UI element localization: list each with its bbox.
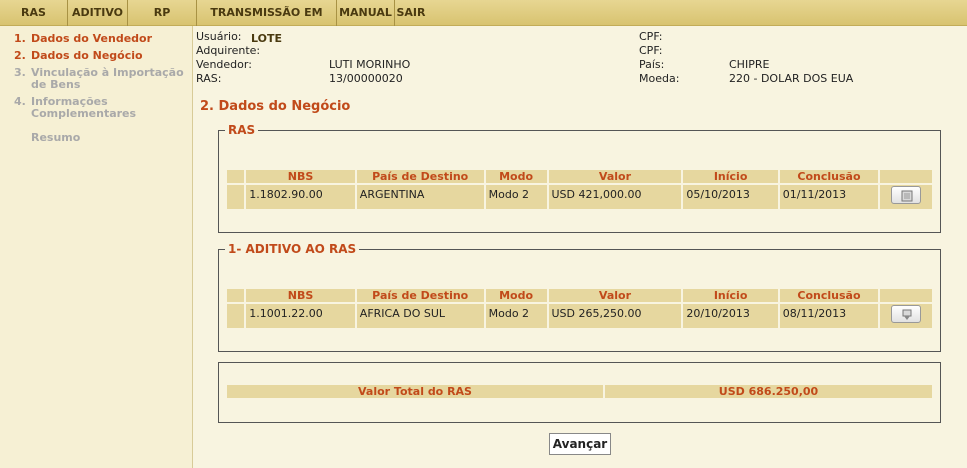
ras-label: RAS: (196, 72, 222, 85)
cell-pais: ARGENTINA (356, 185, 484, 209)
nav-sair[interactable]: SAIR (395, 0, 427, 26)
document-down-icon[interactable] (891, 305, 922, 323)
column-header-inicio: Início (683, 170, 778, 183)
vendedor-label: Vendedor: (196, 58, 252, 71)
cell-inicio: 20/10/2013 (683, 304, 778, 328)
cell-action (880, 185, 932, 209)
table-row: 1.1001.22.00 AFRICA DO SUL Modo 2 USD 26… (227, 304, 932, 328)
ras-fieldset: RAS NBS País de Destino Modo Valor Iníci… (218, 123, 941, 233)
step-vinculacao-importacao: 3. Vinculação à Importação de Bens (14, 67, 184, 91)
header-action-spacer (880, 170, 932, 183)
step-dados-do-vendedor[interactable]: 1. Dados do Vendedor (14, 33, 152, 45)
table-header-row: NBS País de Destino Modo Valor Início Co… (227, 289, 932, 302)
table-header-row: NBS País de Destino Modo Valor Início Co… (227, 170, 932, 183)
nav-ras[interactable]: RAS (0, 0, 68, 26)
row-spacer (227, 185, 245, 209)
cell-inicio: 05/10/2013 (683, 185, 778, 209)
nav-transmissao-em-lote[interactable]: TRANSMISSÃO EM LOTE (197, 0, 337, 45)
aditivo-fieldset: 1- ADITIVO AO RAS NBS País de Destino Mo… (218, 242, 941, 352)
cpf-label: CPF: (639, 44, 663, 57)
step-number: 2. (14, 49, 26, 62)
column-header-modo: Modo (485, 289, 547, 302)
total-fieldset: Valor Total do RAS USD 686.250,00 (218, 362, 941, 423)
moeda-value: 220 - DOLAR DOS EUA (729, 72, 854, 85)
step-label: Resumo (31, 131, 81, 144)
total-label: Valor Total do RAS (227, 385, 603, 398)
cell-action (880, 304, 932, 328)
ras-legend: RAS (225, 123, 259, 137)
sidebar-steps: 1. Dados do Vendedor 2. Dados do Negócio 3… (0, 26, 193, 468)
total-value: USD 686.250,00 (605, 385, 932, 398)
cell-modo: Modo 2 (485, 304, 547, 328)
step-resumo: Resumo (31, 132, 80, 144)
header-action-spacer (880, 289, 932, 302)
column-header-nbs: NBS (246, 289, 355, 302)
cell-nbs: 1.1001.22.00 (246, 304, 355, 328)
cell-modo: Modo 2 (485, 185, 547, 209)
column-header-modo: Modo (485, 170, 547, 183)
usuario-label: Usuário: (196, 30, 242, 43)
column-header-valor: Valor (548, 289, 682, 302)
aditivo-legend: 1- ADITIVO AO RAS (225, 242, 360, 256)
step-number: 1. (14, 32, 26, 45)
total-table: Valor Total do RAS USD 686.250,00 (225, 383, 934, 400)
adquirente-label: Adquirente: (196, 44, 261, 57)
column-header-valor: Valor (548, 170, 682, 183)
main-content: Usuário: Adquirente: Vendedor: LUTI MORI… (194, 26, 967, 468)
nav-rp[interactable]: RP (128, 0, 197, 26)
total-row: Valor Total do RAS USD 686.250,00 (227, 385, 932, 398)
ras-table: NBS País de Destino Modo Valor Início Co… (225, 168, 934, 211)
column-header-pais: País de Destino (356, 289, 484, 302)
step-label-continued: de Bens (31, 78, 81, 91)
pais-value: CHIPRE (729, 58, 770, 71)
top-navigation: RAS ADITIVO RP TRANSMISSÃO EM LOTE MANUA… (0, 0, 967, 45)
nav-manual[interactable]: MANUAL (337, 0, 395, 26)
header-spacer (227, 289, 245, 302)
cell-valor: USD 265,250.00 (548, 304, 682, 328)
step-number: 4. (14, 95, 26, 108)
step-label-continued: Complementares (31, 107, 137, 120)
page-title: 2. Dados do Negócio (200, 99, 351, 114)
advance-button[interactable]: Avançar (549, 433, 611, 455)
cpf-label: CPF: (639, 30, 663, 43)
cell-pais: AFRICA DO SUL (356, 304, 484, 328)
step-dados-do-negocio[interactable]: 2. Dados do Negócio (14, 50, 143, 62)
cell-conclusao: 08/11/2013 (779, 304, 879, 328)
step-informacoes-complementares: 4. Informações Complementares (14, 96, 136, 120)
cell-nbs: 1.1802.90.00 (246, 185, 355, 209)
column-header-nbs: NBS (246, 170, 355, 183)
step-number: 3. (14, 66, 26, 79)
table-row: 1.1802.90.00 ARGENTINA Modo 2 USD 421,00… (227, 185, 932, 209)
moeda-label: Moeda: (639, 72, 680, 85)
document-icon[interactable] (891, 186, 922, 204)
column-header-conclusao: Conclusão (779, 289, 879, 302)
row-spacer (227, 304, 245, 328)
aditivo-table: NBS País de Destino Modo Valor Início Co… (225, 287, 934, 330)
column-header-inicio: Início (683, 289, 778, 302)
vendedor-value: LUTI MORINHO (329, 58, 411, 71)
header-spacer (227, 170, 245, 183)
column-header-pais: País de Destino (356, 170, 484, 183)
cell-valor: USD 421,000.00 (548, 185, 682, 209)
column-header-conclusao: Conclusão (779, 170, 879, 183)
step-label: Dados do Vendedor (31, 32, 153, 45)
pais-label: País: (639, 58, 665, 71)
ras-header-info: Usuário: Adquirente: Vendedor: LUTI MORI… (196, 30, 966, 86)
step-label: Dados do Negócio (31, 49, 143, 62)
ras-value: 13/00000020 (329, 72, 403, 85)
cell-conclusao: 01/11/2013 (779, 185, 879, 209)
nav-aditivo[interactable]: ADITIVO (68, 0, 128, 26)
